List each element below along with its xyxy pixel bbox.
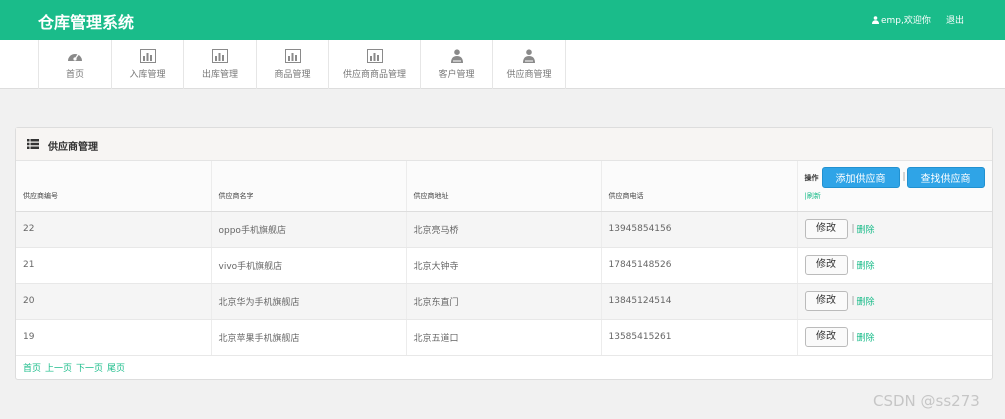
- app-title: 仓库管理系统: [38, 13, 135, 32]
- nav-item-label: 商品管理: [274, 70, 311, 80]
- nav-item-home[interactable]: 首页: [39, 40, 112, 89]
- panel-title: 供应商管理: [48, 142, 98, 153]
- prev-page-link[interactable]: 上一页: [45, 361, 72, 374]
- cell-ops: 修改 | 删除: [797, 283, 992, 320]
- dashboard-icon: [68, 53, 82, 61]
- nav-item-label: 首页: [65, 70, 84, 80]
- next-page-link[interactable]: 下一页: [76, 361, 103, 374]
- bar-chart-icon: [139, 49, 156, 63]
- nav-item-outbound[interactable]: 出库管理: [184, 40, 257, 89]
- edit-button[interactable]: 修改: [804, 255, 848, 275]
- refresh-link[interactable]: |刷新: [805, 191, 821, 201]
- last-page-link[interactable]: 尾页: [107, 361, 125, 374]
- nav-item-label: 客户管理: [438, 70, 475, 80]
- logout-link[interactable]: 退出: [946, 13, 964, 26]
- edit-button[interactable]: 修改: [804, 219, 848, 239]
- table-header-row: 供应商编号 供应商名字 供应商地址 供应商电话 操作 添加供应商 | 查找供应商…: [16, 161, 992, 212]
- pagination: 首页 上一页 下一页 尾页: [23, 361, 125, 374]
- bar-chart-icon: [284, 49, 301, 63]
- cell-ops: 修改 | 删除: [797, 319, 992, 356]
- cell-phone: 13845124514: [601, 283, 798, 320]
- table-row: 19 北京苹果手机旗舰店 北京五道口 13585415261 修改 | 删除: [16, 319, 992, 356]
- main-nav: 首页 入库管理 出库管理 商品管理 供应商商品管理 客户管理 供应商管理: [0, 40, 1005, 89]
- delete-link[interactable]: 删除: [857, 298, 875, 308]
- ops-separator: |: [902, 172, 906, 182]
- supplier-panel: 供应商管理 供应商编号 供应商名字 供应商地址 供应商电话 操作 添加供应商 |…: [15, 127, 993, 380]
- supplier-table: 供应商编号 供应商名字 供应商地址 供应商电话 操作 添加供应商 | 查找供应商…: [16, 161, 992, 356]
- cell-address: 北京大钟寺: [406, 247, 602, 284]
- cell-name: vivo手机旗舰店: [211, 247, 407, 284]
- user-greeting: emp,欢迎你: [872, 13, 931, 26]
- cell-id: 22: [16, 211, 212, 248]
- action-separator: |: [851, 224, 855, 234]
- cell-name: 北京华为手机旗舰店: [211, 283, 407, 320]
- cell-address: 北京亮马桥: [406, 211, 602, 248]
- cell-name: oppo手机旗舰店: [211, 211, 407, 248]
- column-header-ops: 操作 添加供应商 | 查找供应商 |刷新: [797, 161, 992, 212]
- column-header-phone: 供应商电话: [601, 161, 798, 212]
- action-separator: |: [851, 332, 855, 342]
- add-supplier-button[interactable]: 添加供应商: [821, 167, 900, 188]
- bar-chart-icon: [366, 49, 383, 63]
- cell-address: 北京东直门: [406, 283, 602, 320]
- delete-link[interactable]: 删除: [857, 262, 875, 272]
- nav-item-goods[interactable]: 商品管理: [257, 40, 329, 89]
- cell-ops: 修改 | 删除: [797, 211, 992, 248]
- table-row: 21 vivo手机旗舰店 北京大钟寺 17845148526 修改 | 删除: [16, 247, 992, 284]
- list-icon: [27, 139, 39, 149]
- cell-name: 北京苹果手机旗舰店: [211, 319, 407, 356]
- nav-item-inbound[interactable]: 入库管理: [112, 40, 184, 89]
- users-icon: [450, 49, 463, 63]
- first-page-link[interactable]: 首页: [23, 361, 41, 374]
- delete-link[interactable]: 删除: [857, 226, 875, 236]
- cell-ops: 修改 | 删除: [797, 247, 992, 284]
- column-header-address: 供应商地址: [406, 161, 602, 212]
- action-separator: |: [851, 260, 855, 270]
- user-name: emp,欢迎你: [881, 16, 931, 26]
- cell-phone: 13585415261: [601, 319, 798, 356]
- cell-id: 20: [16, 283, 212, 320]
- cell-address: 北京五道口: [406, 319, 602, 356]
- nav-item-customers[interactable]: 客户管理: [421, 40, 493, 89]
- watermark: CSDN @ss273: [873, 392, 980, 410]
- nav-item-label: 供应商商品管理: [342, 70, 406, 80]
- action-separator: |: [851, 296, 855, 306]
- edit-button[interactable]: 修改: [804, 291, 848, 311]
- panel-header: 供应商管理: [16, 128, 992, 161]
- user-icon: [872, 15, 879, 24]
- nav-item-label: 出库管理: [201, 70, 238, 80]
- users-icon: [523, 49, 535, 63]
- delete-link[interactable]: 删除: [857, 334, 875, 344]
- column-header-name: 供应商名字: [211, 161, 407, 212]
- cell-id: 19: [16, 319, 212, 356]
- edit-button[interactable]: 修改: [804, 327, 848, 347]
- cell-id: 21: [16, 247, 212, 284]
- cell-phone: 13945854156: [601, 211, 798, 248]
- bar-chart-icon: [212, 49, 228, 63]
- nav-item-label: 入库管理: [129, 70, 166, 80]
- nav-item-label: 供应商管理: [506, 70, 552, 80]
- nav-item-suppliers[interactable]: 供应商管理: [493, 40, 566, 89]
- cell-phone: 17845148526: [601, 247, 798, 284]
- column-header-id: 供应商编号: [16, 161, 212, 212]
- table-row: 22 oppo手机旗舰店 北京亮马桥 13945854156 修改 | 删除: [16, 211, 992, 248]
- nav-items: 首页 入库管理 出库管理 商品管理 供应商商品管理 客户管理 供应商管理: [38, 40, 566, 89]
- table-row: 20 北京华为手机旗舰店 北京东直门 13845124514 修改 | 删除: [16, 283, 992, 320]
- top-bar: 仓库管理系统 emp,欢迎你 退出: [0, 0, 1005, 40]
- ops-label: 操作: [804, 174, 819, 182]
- find-supplier-button[interactable]: 查找供应商: [906, 167, 985, 188]
- nav-item-supplier-goods[interactable]: 供应商商品管理: [329, 40, 421, 89]
